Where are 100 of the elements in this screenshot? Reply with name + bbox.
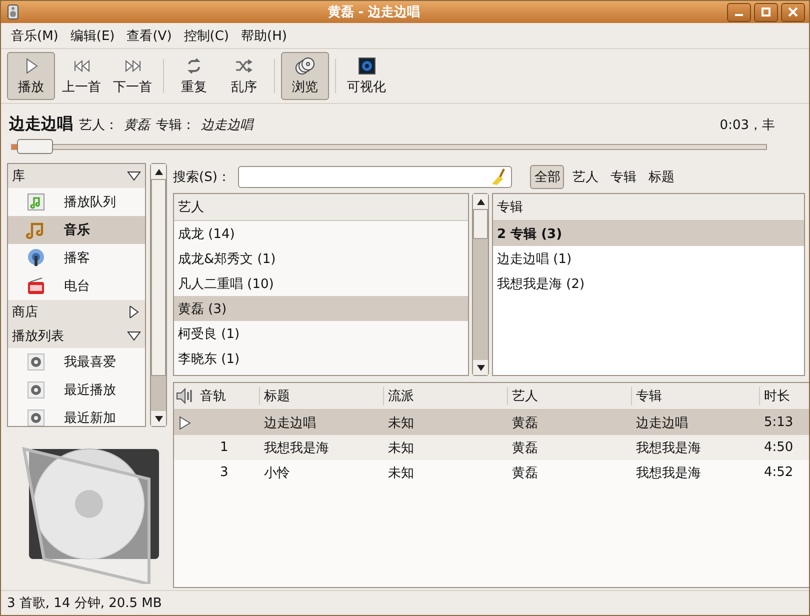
menu-item[interactable]: 帮助(H): [235, 26, 293, 44]
gear-icon: [26, 380, 46, 400]
sidebar-item[interactable]: 音乐: [8, 216, 145, 244]
filter-button[interactable]: 全部: [530, 165, 564, 189]
track-cell: 我想我是海: [636, 466, 701, 480]
artist-row[interactable]: 成龙&郑秀文 (1): [174, 246, 468, 271]
track-cell: 黄磊: [512, 440, 538, 456]
track-row[interactable]: 3 小怜 未知 黄磊 我想我是海 4:52: [174, 460, 809, 485]
album-row[interactable]: 我想我是海 (2): [493, 271, 804, 296]
elapsed-time: 0:03，丰: [720, 117, 775, 134]
column-header[interactable]: 音轨: [196, 387, 260, 405]
album-name: 边走边唱: [201, 117, 253, 134]
column-header[interactable]: 标题: [260, 387, 384, 405]
sidebar-item[interactable]: 播放队列: [8, 188, 145, 216]
microphone-icon: [26, 248, 46, 268]
scroll-up-icon[interactable]: [154, 168, 162, 174]
search-label: 搜索(S)：: [173, 169, 230, 186]
track-cell: 我想我是海: [264, 440, 329, 456]
scroll-up-icon[interactable]: [476, 198, 484, 204]
discs-icon: [295, 56, 315, 76]
track-cell: 4:52: [764, 465, 794, 480]
column-header[interactable]: 艺人: [174, 194, 468, 221]
minimize-button[interactable]: [727, 2, 751, 22]
track-cell: 边走边唱: [264, 416, 316, 430]
scrollbar[interactable]: [472, 193, 489, 376]
section-title: 库: [12, 168, 25, 185]
search-field[interactable]: [238, 166, 512, 188]
track-cell: 我想我是海: [636, 440, 701, 456]
sidebar-item[interactable]: 最近播放: [8, 376, 145, 404]
artist-row[interactable]: 黄磊 (3): [174, 296, 468, 321]
close-button[interactable]: [781, 2, 805, 22]
scroll-down-icon[interactable]: [154, 416, 162, 422]
track-cell: 黄磊: [512, 416, 538, 430]
menu-item[interactable]: 控制(C): [178, 26, 236, 44]
seek-slider[interactable]: [11, 139, 767, 154]
sidebar-item[interactable]: 最近新加: [8, 404, 145, 426]
album-row[interactable]: 边走边唱 (1): [493, 246, 804, 271]
column-header[interactable]: 流派: [384, 387, 508, 405]
toolbar-button[interactable]: 上一首: [57, 52, 106, 100]
section-header[interactable]: 商店: [8, 300, 145, 324]
section-header[interactable]: 库: [8, 164, 145, 188]
track-row[interactable]: 边走边唱 未知 黄磊 边走边唱 5:13: [174, 410, 809, 435]
section-title: 播放列表: [12, 328, 64, 345]
menu-item[interactable]: 音乐(M): [5, 26, 64, 44]
artist-row[interactable]: 成龙 (14): [174, 221, 468, 246]
track-cell: 未知: [388, 466, 414, 480]
maximize-button[interactable]: [754, 2, 778, 22]
scroll-down-icon[interactable]: [476, 364, 484, 370]
track-cell: 黄磊: [512, 466, 538, 480]
collapse-triangle-icon[interactable]: [127, 170, 141, 182]
column-header[interactable]: 艺人: [508, 387, 632, 405]
maximize-icon: [761, 7, 771, 17]
collapse-triangle-icon[interactable]: [127, 330, 141, 342]
column-header[interactable]: 专辑: [632, 387, 760, 405]
speaker-icon: [176, 388, 194, 404]
track-cell: 未知: [388, 416, 414, 430]
track-cell: 4:50: [764, 440, 794, 455]
music-note-icon: [26, 192, 46, 212]
music-note-icon: [26, 220, 46, 240]
track-row[interactable]: 1 我想我是海 未知 黄磊 我想我是海 4:50: [174, 435, 809, 460]
artist-label: 艺人：: [79, 117, 118, 134]
sidebar-item[interactable]: 电台: [8, 272, 145, 300]
menu-item[interactable]: 查看(V): [120, 26, 178, 44]
column-header[interactable]: 时长: [760, 387, 809, 405]
toolbar-button[interactable]: 重复: [170, 52, 218, 100]
expand-triangle-icon[interactable]: [127, 306, 141, 318]
filter-button[interactable]: 专辑: [606, 165, 640, 189]
section-header[interactable]: 播放列表: [8, 324, 145, 348]
filter-button[interactable]: 标题: [644, 165, 678, 189]
sidebar-item[interactable]: 我最喜爱: [8, 348, 145, 376]
toolbar-button[interactable]: 乱序: [220, 52, 268, 100]
scroll-thumb[interactable]: [473, 209, 488, 240]
screen-icon: [356, 56, 376, 76]
slider-thumb[interactable]: [16, 139, 53, 154]
toolbar-button[interactable]: 浏览: [281, 52, 329, 100]
album-label: 专辑：: [156, 117, 195, 134]
broom-icon[interactable]: [491, 168, 508, 186]
track-cell: 小怜: [264, 466, 290, 480]
track-cell: 3: [220, 465, 228, 480]
scroll-thumb[interactable]: [151, 179, 166, 376]
column-header[interactable]: 专辑: [493, 194, 804, 221]
album-row[interactable]: 2 专辑 (3): [493, 221, 804, 246]
sidebar-item[interactable]: 播客: [8, 244, 145, 272]
menu-item[interactable]: 编辑(E): [64, 26, 121, 44]
track-cell: 边走边唱: [636, 416, 688, 430]
filter-button[interactable]: 艺人: [568, 165, 602, 189]
status-text: 3 首歌, 14 分钟, 20.5 MB: [1, 590, 809, 615]
speaker-icon: [5, 4, 21, 20]
song-title: 边走边唱: [9, 114, 73, 135]
artist-row[interactable]: 李晓东 (1): [174, 346, 468, 371]
artist-row[interactable]: 凡人二重唱 (10): [174, 271, 468, 296]
artist-row[interactable]: 柯受良 (1): [174, 321, 468, 346]
toolbar-button[interactable]: 下一首: [108, 52, 157, 100]
window-title: 黄磊 - 边走边唱: [326, 4, 422, 21]
artist-name: 黄磊: [124, 117, 150, 134]
scrollbar[interactable]: [150, 163, 167, 427]
minimize-icon: [735, 14, 743, 16]
toolbar-button[interactable]: 可视化: [342, 52, 391, 100]
toolbar-button[interactable]: 播放: [7, 52, 55, 100]
track-cell: 5:13: [764, 415, 794, 430]
